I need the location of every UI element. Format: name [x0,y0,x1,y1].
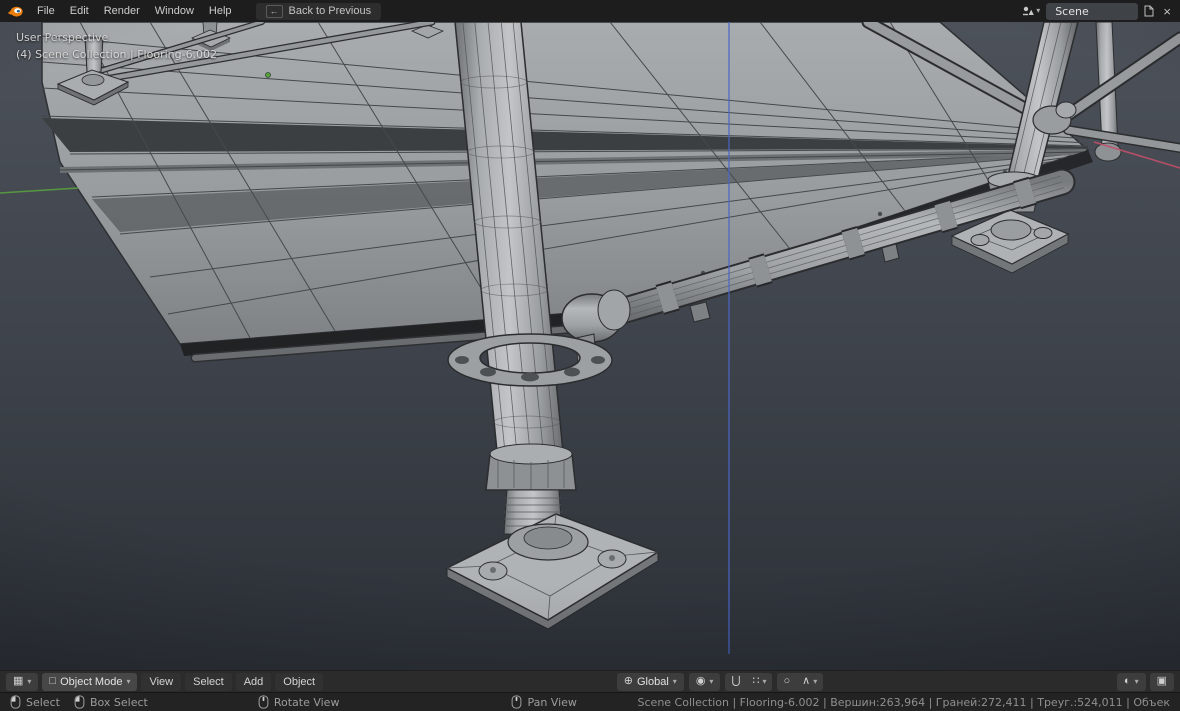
menu-view[interactable]: View [141,672,182,691]
overlays-icon: ▣ [1156,675,1167,687]
blender-window: File Edit Render Window Help ← Back to P… [0,0,1180,711]
pivot-point-dropdown[interactable]: ◉ ▾ [688,672,721,691]
status-bar: Select Box Select Rotate View Pan View S… [0,692,1180,711]
viewport-3d-scene [0,22,1180,654]
show-overlays-toggle[interactable]: ▣ [1149,672,1174,691]
browse-scene-button[interactable]: ▾ [1019,3,1043,19]
object-mode-icon: □ [49,675,57,687]
pivot-point-icon: ◉ [695,675,706,687]
proportional-group: ○ ∧ ▾ [777,672,824,691]
orientation-label: Global [637,675,669,688]
middle-mouse-icon [512,695,522,709]
viewport-3d[interactable]: User Perspective (4) Scene Collection | … [0,22,1180,670]
chevron-down-icon: ▾ [762,676,767,686]
back-to-previous-label: Back to Previous [288,5,372,17]
hint-box-select: Box Select [74,695,148,709]
menu-help[interactable]: Help [202,2,239,20]
hint-label: Rotate View [273,695,340,709]
left-mouse-icon [10,695,21,709]
menu-window[interactable]: Window [148,2,201,20]
scaffold-base-plate [445,513,660,630]
hint-label: Pan View [527,695,577,709]
snap-grid-icon: ∷ [752,675,760,687]
viewport-shading-dropdown[interactable]: ◐ ▾ [1116,672,1146,691]
shading-sphere-icon: ◐ [1123,675,1131,687]
mode-dropdown[interactable]: □ Object Mode ▾ [42,672,138,691]
hint-rotate-view: Rotate View [258,695,340,709]
snap-toggle[interactable]: ⋃ [725,673,746,691]
chevron-down-icon: ▾ [709,676,714,686]
proportional-falloff-dropdown[interactable]: ∧ ▾ [796,673,823,691]
menu-add[interactable]: Add [235,672,272,691]
y-axis-line [0,187,79,194]
menu-render[interactable]: Render [97,2,147,20]
hint-pan-view: Pan View [511,695,577,709]
chevron-down-icon: ▾ [672,676,677,686]
proportional-circle-icon: ○ [783,675,791,687]
unlink-scene-button[interactable]: × [1160,2,1174,21]
hint-select: Select [10,695,60,709]
middle-mouse-icon [258,695,269,709]
object-origin-dot [265,72,271,78]
back-arrow-icon: ← [265,4,283,18]
proportional-editing-toggle[interactable]: ○ [777,673,796,691]
new-scene-button[interactable] [1141,3,1157,19]
hint-label: Select [26,695,60,709]
snap-group: ⋃ ∷ ▾ [725,672,773,691]
blender-logo-icon[interactable] [4,5,29,18]
chevron-down-icon: ▾ [27,676,32,686]
falloff-curve-icon: ∧ [802,675,811,687]
left-mouse-drag-icon [74,695,85,709]
editor-type-button[interactable]: ▦ ▾ [6,672,39,691]
mode-label: Object Mode [60,675,123,688]
back-to-previous-button[interactable]: ← Back to Previous [255,2,382,20]
transform-orientation-dropdown[interactable]: ⊕ Global ▾ [616,672,684,691]
transform-snap-group: ⊕ Global ▾ ◉ ▾ ⋃ ∷ ▾ ○ ∧ ▾ [616,672,824,691]
snap-settings-dropdown[interactable]: ∷ ▾ [746,673,772,691]
hint-label: Box Select [89,695,148,709]
scene-icon [1023,6,1034,16]
chevron-down-icon: ▾ [1036,6,1041,15]
new-scene-icon [1144,5,1154,17]
chevron-down-icon: ▾ [1134,676,1139,686]
menu-object[interactable]: Object [275,672,324,691]
scene-statistics: Scene Collection | Flooring-6.002 | Верш… [637,695,1170,709]
scene-name-field[interactable]: Scene [1046,2,1139,20]
menu-edit[interactable]: Edit [63,2,96,20]
magnet-icon: ⋃ [731,675,741,687]
chevron-down-icon: ▾ [126,676,131,686]
menu-select[interactable]: Select [185,672,232,691]
editor-type-icon: ▦ [13,675,24,687]
menu-file[interactable]: File [30,2,62,20]
chevron-down-icon: ▾ [813,676,818,686]
topbar: File Edit Render Window Help ← Back to P… [0,0,1180,22]
scene-name-value: Scene [1055,4,1089,18]
orientation-globe-icon: ⊕ [623,675,633,687]
viewport-header: ▦ ▾ □ Object Mode ▾ View Select Add Obje… [0,670,1180,692]
scene-selector-group: ▾ Scene × [1019,2,1176,21]
shading-group: ◐ ▾ ▣ [1116,672,1174,691]
